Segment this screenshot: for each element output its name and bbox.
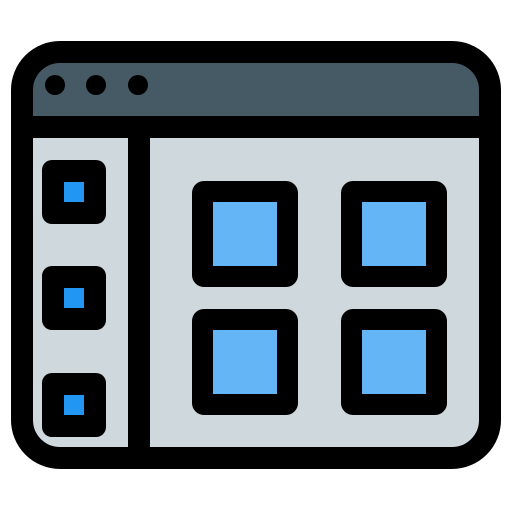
- title-bar-dot: [45, 75, 65, 95]
- sidebar-divider: [128, 128, 150, 458]
- grid-tile-fill: [362, 330, 426, 394]
- app-window-grid-icon: [11, 41, 501, 469]
- sidebar-item: [42, 266, 106, 330]
- sidebar-item: [42, 373, 106, 437]
- title-bar-dot: [86, 75, 106, 95]
- grid-tile-fill: [362, 202, 426, 266]
- sidebar-item-square: [64, 288, 84, 308]
- grid-tile: [341, 309, 447, 415]
- icon-canvas: [0, 0, 512, 512]
- grid-tile: [192, 181, 298, 287]
- sidebar-item: [42, 160, 106, 224]
- grid-tile-fill: [213, 202, 277, 266]
- title-bar-divider: [12, 116, 500, 138]
- sidebar-item-square: [64, 182, 84, 202]
- title-bar-dot: [128, 75, 148, 95]
- grid-tile: [192, 309, 298, 415]
- sidebar-item-square: [64, 395, 84, 415]
- grid-tile: [341, 181, 447, 287]
- grid-tile-fill: [213, 330, 277, 394]
